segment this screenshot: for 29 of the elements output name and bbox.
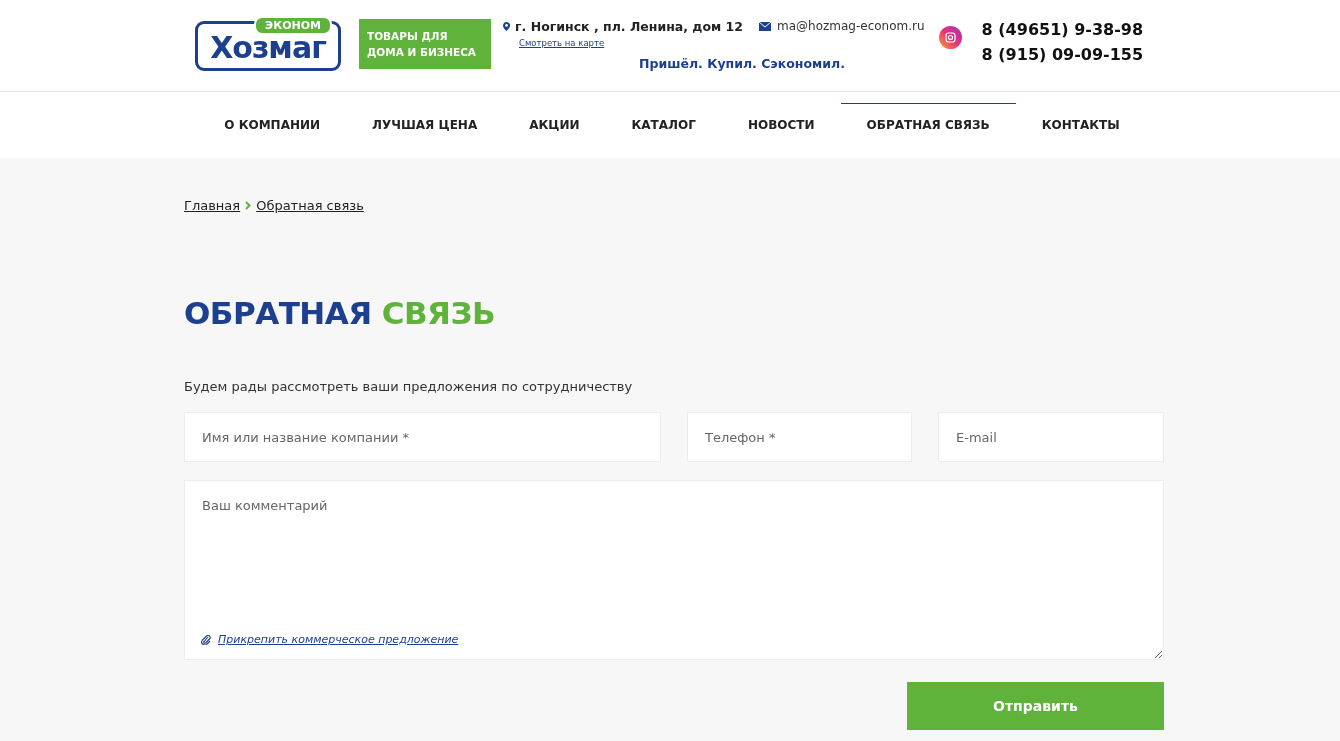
slogan-banner: ТОВАРЫ ДЛЯ ДОМА И БИЗНЕСА	[359, 19, 491, 69]
nav-tab[interactable]: ОБРАТНАЯ СВЯЗЬ	[840, 103, 1016, 158]
nav-tab[interactable]: АКЦИИ	[503, 103, 606, 158]
input-field[interactable]: Телефон *	[687, 412, 912, 462]
page-heading: ОБРАТНАЯ	[184, 294, 372, 333]
address-text: г. Ногинск , пл. Ленина, дом 12	[515, 19, 743, 34]
attach-link[interactable]: Прикрепить коммерческое предложение	[218, 633, 459, 646]
breadcrumb-link[interactable]: Обратная связь	[256, 198, 364, 213]
input-field[interactable]: E-mail	[938, 412, 1164, 462]
page-heading-accent: СВЯЗЬ	[381, 294, 496, 333]
email-text: ma@hozmag-econom.ru	[777, 19, 925, 33]
nav-tab[interactable]: О КОМПАНИИ	[198, 103, 347, 158]
nav-tab[interactable]: НОВОСТИ	[721, 103, 841, 158]
logo-badge: ЭКОНОМ	[254, 16, 332, 35]
instagram-icon[interactable]	[938, 26, 962, 49]
input-field[interactable]: Имя или название компании *	[184, 412, 661, 462]
paperclip-icon	[201, 634, 211, 645]
nav-tab[interactable]: ЛУЧШАЯ ЦЕНА	[346, 103, 504, 158]
intro-text: Будем рады рассмотреть ваши предложения по сотрудничеству	[184, 379, 634, 394]
nav-tab[interactable]: КОНТАКТЫ	[1015, 103, 1146, 158]
nav-tab[interactable]: КАТАЛОГ	[605, 103, 722, 158]
phone-number[interactable]: 8 (49651) 9-38-98	[981, 17, 1144, 42]
phone-number[interactable]: 8 (915) 09-09-155	[981, 42, 1144, 67]
breadcrumb-link[interactable]: Главная	[184, 198, 241, 213]
location-pin-icon	[503, 20, 511, 33]
map-link[interactable]: Смотреть на карте	[519, 38, 743, 48]
envelope-icon	[759, 21, 771, 31]
chevron-right-icon	[245, 201, 252, 210]
tagline: Пришёл. Купил. Сэкономил.	[639, 56, 845, 71]
